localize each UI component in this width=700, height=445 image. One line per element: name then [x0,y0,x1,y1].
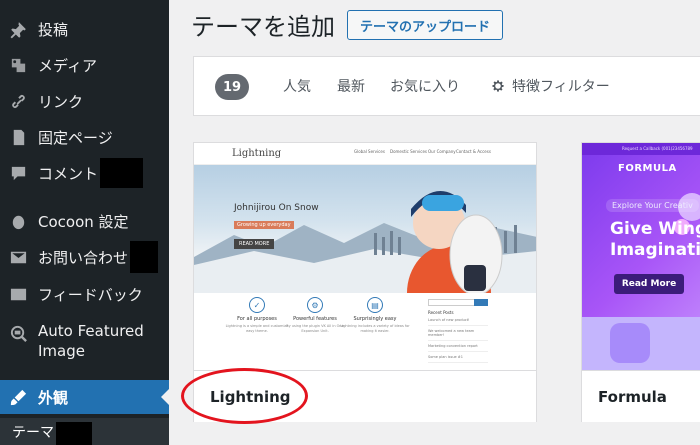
shield-icon [610,323,650,363]
preview-logo: FORMULA [618,163,677,174]
feature-filter-button[interactable]: 特徴フィルター [490,76,610,96]
preview-nav-item: Contact & Access [456,149,491,154]
feedback-icon [8,284,28,304]
check-icon: ✓ [249,297,265,313]
preview-feature-title: Surprisingly easy [353,316,397,322]
sidebar-item-label: Auto Featured Image [38,322,144,360]
sidebar-item-media[interactable]: メディア [0,48,169,82]
preview-search-button [474,299,488,306]
sidebar-item-auto-featured-image[interactable]: Auto Featured Image [0,321,169,367]
preview-tagline: Explore Your Creativ [606,199,699,212]
submenu-item-themes[interactable]: テーマ [0,418,169,445]
preview-heading: Give Wing Imaginatio [610,219,700,261]
preview-heading-line: Imaginatio [610,240,700,260]
theme-screenshot[interactable]: Lightning Global Services Domestic Servi… [194,143,536,370]
pin-icon [8,19,28,39]
redaction-block [56,421,92,445]
preview-features: ✓ For all purposes Lightning is a simple… [194,293,536,370]
preview-logo: Lightning [232,148,282,159]
preview-post-item: We welcomed a new team member! [428,326,488,341]
preview-lower-section [582,317,700,370]
preview-hero: Request a Callback (001)23456789 FORMULA… [582,143,700,317]
page-icon [8,127,28,147]
preview-post-item: Marketing convention report [428,341,488,352]
redaction-block [100,158,144,188]
preview-hero-image: Johnijirou On Snow Growing up everyday R… [194,165,536,293]
preview-hero-button: READ MORE [234,239,275,249]
theme-card-formula[interactable]: Request a Callback (001)23456789 FORMULA… [581,142,700,422]
feature-filter-label: 特徴フィルター [512,79,610,95]
theme-card-lightning[interactable]: Lightning Global Services Domestic Servi… [193,142,537,422]
preview-top-bar: Request a Callback (001)23456789 [582,143,700,155]
sidebar-item-label: Cocoon 設定 [38,212,129,231]
active-indicator-arrow [161,389,169,405]
preview-feature-desc: Lightning includes a variety of ideas fo… [340,324,410,333]
page-title: テーマを追加 [191,13,335,41]
sidebar-item-contact[interactable]: お問い合わせ [0,240,169,274]
filter-latest-link[interactable]: 最新 [337,76,365,96]
theme-count-badge: 19 [215,74,249,100]
preview-nav-item: Global Services [354,149,385,154]
preview-read-more-button: Read More [614,274,684,294]
sidebar-item-appearance[interactable]: 外観 [0,380,169,414]
media-icon [8,55,28,75]
preview-nav-item: Our Company [428,149,456,154]
preview-hero-title: Johnijirou On Snow [234,203,319,213]
preview-feature: ▤ Surprisingly easy Lightning includes a… [340,297,410,334]
auto-featured-image-icon [8,323,28,343]
comment-icon [8,163,28,183]
theme-screenshot[interactable]: Request a Callback (001)23456789 FORMULA… [582,143,700,370]
document-icon: ▤ [367,297,383,313]
submenu-item-label: テーマ [12,424,54,441]
sidebar-item-cocoon-settings[interactable]: Cocoon 設定 [0,204,169,238]
sidebar-item-label: メディア [38,56,97,75]
filter-favorites-link[interactable]: お気に入り [390,76,460,96]
preview-heading-line: Give Wing [610,219,700,239]
sidebar-item-label: コメント [38,164,99,183]
sidebar-item-posts[interactable]: 投稿 [0,12,169,46]
cocoon-icon [8,211,28,231]
preview-post-item: Some plan issue #1 [428,352,488,363]
mail-icon [8,247,28,267]
preview-hero-subtitle: Growing up everyday [234,221,294,229]
sidebar-item-label: フィードバック [38,285,143,304]
sidebar-item-label: お問い合わせ [38,248,129,267]
preview-post-item: Launch of new product! [428,315,488,326]
admin-sidebar: 投稿 メディア リンク 固定ページ コメント Cocoon 設定 お問い合わせ … [0,0,169,445]
theme-name[interactable]: Formula [582,370,700,422]
redaction-block [130,241,159,273]
preview-nav-item: Domestic Services [390,149,427,154]
link-icon [8,91,28,111]
upload-theme-button[interactable]: テーマのアップロード [347,10,503,40]
appearance-icon [8,387,28,407]
sidebar-item-label: リンク [38,92,84,111]
theme-name[interactable]: Lightning [194,370,536,422]
gears-icon: ⚙ [307,297,323,313]
filter-popular-link[interactable]: 人気 [283,76,311,96]
snow-scene-illustration [194,190,536,293]
preview-sidebar: Recent Posts Launch of new product! We w… [428,299,488,363]
sidebar-item-feedback[interactable]: フィードバック [0,277,169,311]
sidebar-item-label: 外観 [38,388,69,407]
gear-icon [492,80,504,92]
sidebar-item-label: 固定ページ [38,128,113,147]
sidebar-item-label: 投稿 [38,20,69,39]
theme-filter-bar: 19 人気 最新 お気に入り 特徴フィルター [193,56,700,116]
sidebar-item-pages[interactable]: 固定ページ [0,120,169,154]
preview-header: Lightning Global Services Domestic Servi… [194,143,536,165]
sidebar-item-links[interactable]: リンク [0,84,169,118]
sidebar-item-comments[interactable]: コメント [0,156,169,190]
preview-search [428,299,488,306]
